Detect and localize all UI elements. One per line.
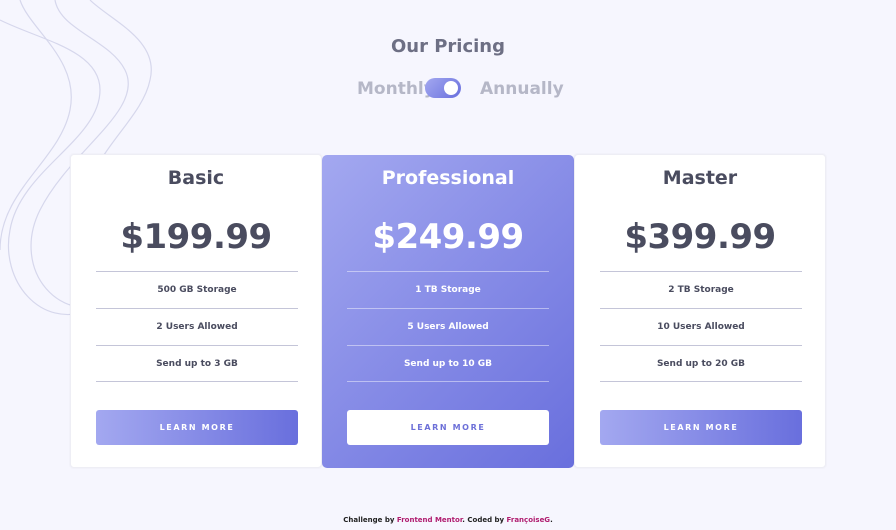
footer-suffix: .: [550, 516, 553, 524]
billing-toggle-row: Monthly Annually: [0, 76, 896, 104]
monthly-label[interactable]: Monthly: [357, 79, 435, 99]
feature-item: 5 Users Allowed: [347, 308, 549, 345]
learn-more-button[interactable]: LEARN MORE: [600, 410, 802, 445]
billing-period-switch[interactable]: [425, 78, 461, 98]
plan-price: $249.99: [372, 217, 524, 257]
switch-knob: [444, 81, 458, 95]
learn-more-button[interactable]: LEARN MORE: [347, 410, 549, 445]
page-title: Our Pricing: [390, 36, 506, 57]
feature-item: Send up to 3 GB: [96, 345, 298, 382]
feature-item: 10 Users Allowed: [600, 308, 802, 345]
feature-item: 2 Users Allowed: [96, 308, 298, 345]
plan-card-professional: Professional $249.99 1 TB Storage 5 User…: [322, 155, 574, 468]
annually-label[interactable]: Annually: [480, 79, 564, 99]
feature-item: 500 GB Storage: [96, 271, 298, 308]
plan-card-master: Master $399.99 2 TB Storage 10 Users All…: [574, 154, 826, 468]
author-link[interactable]: FrançoiseG: [507, 516, 551, 524]
feature-item: Send up to 10 GB: [347, 345, 549, 382]
plan-name: Basic: [167, 167, 225, 189]
footer-middle: . Coded by: [462, 516, 507, 524]
feature-list: 500 GB Storage 2 Users Allowed Send up t…: [96, 271, 298, 382]
feature-list: 2 TB Storage 10 Users Allowed Send up to…: [600, 271, 802, 382]
feature-item: Send up to 20 GB: [600, 345, 802, 382]
feature-item: 1 TB Storage: [347, 271, 549, 308]
feature-item: 2 TB Storage: [600, 271, 802, 308]
plan-card-basic: Basic $199.99 500 GB Storage 2 Users All…: [70, 154, 322, 468]
plan-name: Master: [662, 167, 738, 189]
plan-price: $199.99: [120, 217, 272, 257]
frontend-mentor-link[interactable]: Frontend Mentor: [397, 516, 462, 524]
footer-prefix: Challenge by: [343, 516, 397, 524]
plan-price: $399.99: [624, 217, 776, 257]
feature-list: 1 TB Storage 5 Users Allowed Send up to …: [347, 271, 549, 382]
attribution-footer: Challenge by Frontend Mentor. Coded by F…: [0, 516, 896, 524]
learn-more-button[interactable]: LEARN MORE: [96, 410, 298, 445]
plan-name: Professional: [381, 167, 515, 189]
